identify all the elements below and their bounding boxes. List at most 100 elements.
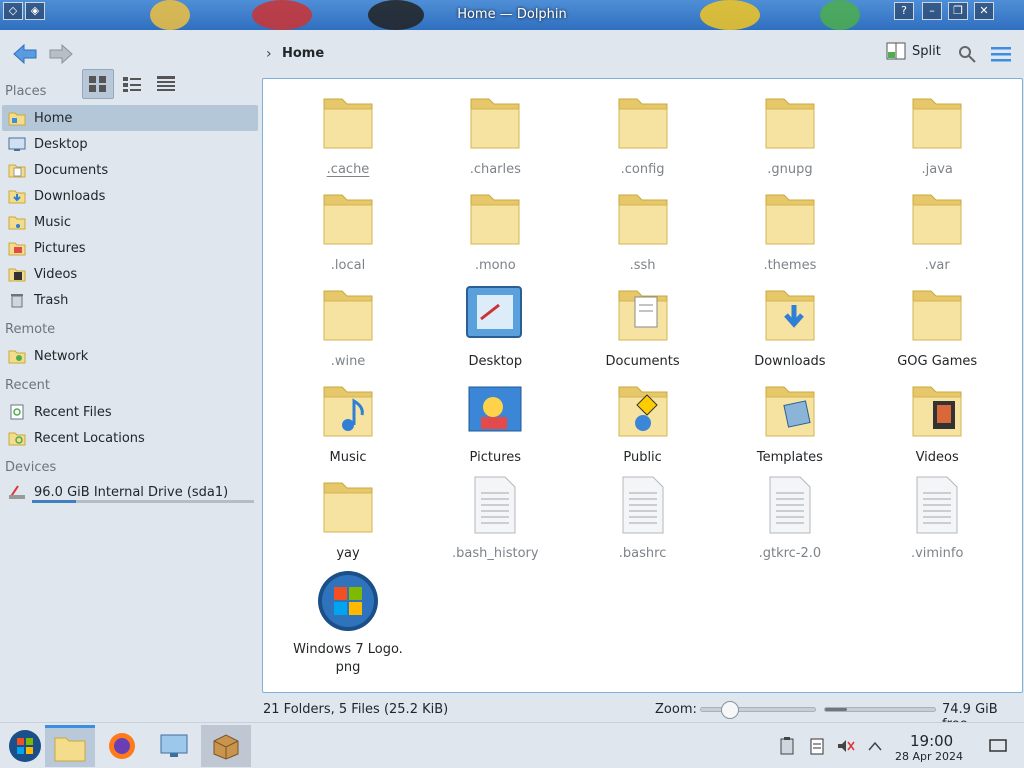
- sidebar-item-trash[interactable]: Trash: [2, 287, 258, 313]
- file-item-yay[interactable]: yay: [288, 473, 408, 563]
- close-button[interactable]: ✕: [974, 2, 994, 20]
- taskbar-system-settings[interactable]: [149, 725, 199, 767]
- sidebar-item-documents[interactable]: Documents: [2, 157, 258, 183]
- file-item-.charles[interactable]: .charles: [435, 89, 555, 179]
- file-name: .ssh: [629, 258, 656, 273]
- drive-usage-fill: [32, 500, 77, 503]
- breadcrumb[interactable]: Home: [282, 46, 324, 61]
- clipboard-tray-icon[interactable]: [777, 736, 797, 756]
- clock-date[interactable]: 28 Apr 2024: [895, 750, 963, 763]
- file-item-.java[interactable]: .java: [877, 89, 997, 179]
- file-item-music[interactable]: Music: [288, 377, 408, 467]
- file-item-windows7-logo[interactable]: Windows 7 Logo. png: [288, 569, 408, 677]
- remote-header: Remote: [5, 322, 56, 337]
- file-item-.themes[interactable]: .themes: [730, 185, 850, 275]
- places-panel: Places Home Desktop Documents Downloads …: [0, 78, 262, 698]
- zoom-slider[interactable]: [700, 701, 816, 719]
- tray-expand-chevron-icon[interactable]: [865, 736, 885, 756]
- minimize-button[interactable]: –: [922, 2, 942, 20]
- downloads-folder-icon: [8, 187, 26, 205]
- folder-icon: [54, 737, 86, 761]
- file-name: .local: [330, 258, 366, 273]
- package-icon: [213, 734, 239, 760]
- documents-folder-icon: [8, 161, 26, 179]
- folder-icon: [912, 98, 962, 149]
- file-item-.var[interactable]: .var: [877, 185, 997, 275]
- windows-logo-icon: [9, 730, 41, 762]
- file-item-pictures[interactable]: Pictures: [435, 377, 555, 467]
- text-file-icon: [474, 476, 516, 534]
- file-name: .viminfo: [910, 546, 964, 561]
- split-button[interactable]: Split: [886, 42, 941, 60]
- taskbar: 19:00 28 Apr 2024: [0, 722, 1024, 768]
- devices-header: Devices: [5, 460, 57, 475]
- file-item-.config[interactable]: .config: [583, 89, 703, 179]
- zoom-label: Zoom:: [655, 702, 697, 717]
- file-name: Documents: [605, 354, 680, 369]
- file-view[interactable]: .cache .charles .config .gnupg .java .local .m…: [262, 78, 1023, 693]
- file-item-videos[interactable]: Videos: [877, 377, 997, 467]
- file-item-bash-history[interactable]: .bash_history: [435, 473, 555, 563]
- menu-icon: [991, 47, 1011, 62]
- free-space-fill: [825, 708, 847, 711]
- file-item-templates[interactable]: Templates: [730, 377, 850, 467]
- recent-header: Recent: [5, 378, 50, 393]
- free-space-bar: [824, 707, 936, 712]
- taskbar-dolphin[interactable]: [45, 725, 95, 767]
- back-button[interactable]: [10, 38, 40, 70]
- taskbar-firefox[interactable]: [97, 725, 147, 767]
- file-item-.ssh[interactable]: .ssh: [583, 185, 703, 275]
- file-item-.local[interactable]: .local: [288, 185, 408, 275]
- file-item-.wine[interactable]: .wine: [288, 281, 408, 371]
- desktop-icon: [466, 286, 523, 338]
- file-item-bashrc[interactable]: .bashrc: [583, 473, 703, 563]
- volume-muted-icon[interactable]: [836, 736, 856, 756]
- sidebar-item-home[interactable]: Home: [2, 105, 258, 131]
- sidebar-item-desktop[interactable]: Desktop: [2, 131, 258, 157]
- file-item-.mono[interactable]: .mono: [435, 185, 555, 275]
- file-item-.cache[interactable]: .cache: [288, 89, 408, 179]
- hamburger-menu-button[interactable]: [990, 38, 1012, 70]
- file-name: .charles: [469, 162, 521, 177]
- window-title: Home — Dolphin: [457, 7, 567, 22]
- file-item-gog-games[interactable]: GOG Games: [877, 281, 997, 371]
- sidebar-item-pictures[interactable]: Pictures: [2, 235, 258, 261]
- file-item-viminfo[interactable]: .viminfo: [877, 473, 997, 563]
- start-menu-button[interactable]: [0, 725, 50, 767]
- split-view-icon: [886, 42, 906, 60]
- taskbar-package-manager[interactable]: [201, 725, 251, 767]
- sidebar-item-music[interactable]: Music: [2, 209, 258, 235]
- file-item-.gnupg[interactable]: .gnupg: [730, 89, 850, 179]
- file-item-public[interactable]: Public: [583, 377, 703, 467]
- breadcrumb-chevron-icon[interactable]: ›: [266, 46, 272, 62]
- file-name: Videos: [915, 450, 959, 465]
- file-name: Desktop: [468, 354, 523, 369]
- search-button[interactable]: [956, 38, 978, 70]
- file-name: .var: [924, 258, 950, 273]
- sidebar-item-downloads[interactable]: Downloads: [2, 183, 258, 209]
- downloads-folder-icon: [765, 290, 815, 341]
- sidebar-item-recent-files[interactable]: Recent Files: [2, 399, 258, 425]
- file-name: GOG Games: [897, 354, 978, 369]
- file-name: Music: [329, 450, 367, 465]
- file-name: .java: [921, 162, 953, 177]
- title-bar[interactable]: ◇ ◈ Home — Dolphin ? – ❐ ✕: [0, 0, 1024, 30]
- clock-time[interactable]: 19:00: [910, 732, 953, 750]
- file-item-documents[interactable]: Documents: [583, 281, 703, 371]
- file-item-gtkrc[interactable]: .gtkrc-2.0: [730, 473, 850, 563]
- file-item-desktop[interactable]: Desktop: [435, 281, 555, 371]
- public-folder-icon: [618, 386, 668, 437]
- help-button[interactable]: ?: [894, 2, 914, 20]
- sidebar-item-recent-locations[interactable]: Recent Locations: [2, 425, 258, 451]
- folder-icon: [323, 290, 373, 341]
- forward-button[interactable]: [46, 38, 76, 70]
- sidebar-item-videos[interactable]: Videos: [2, 261, 258, 287]
- file-item-downloads[interactable]: Downloads: [730, 281, 850, 371]
- maximize-button[interactable]: ❐: [948, 2, 968, 20]
- folder-icon: [323, 194, 373, 245]
- zoom-slider-handle[interactable]: [721, 701, 739, 719]
- videos-folder-icon: [912, 386, 962, 437]
- show-desktop-icon[interactable]: [988, 736, 1008, 756]
- sidebar-item-network[interactable]: Network: [2, 343, 258, 369]
- notes-tray-icon[interactable]: [807, 736, 827, 756]
